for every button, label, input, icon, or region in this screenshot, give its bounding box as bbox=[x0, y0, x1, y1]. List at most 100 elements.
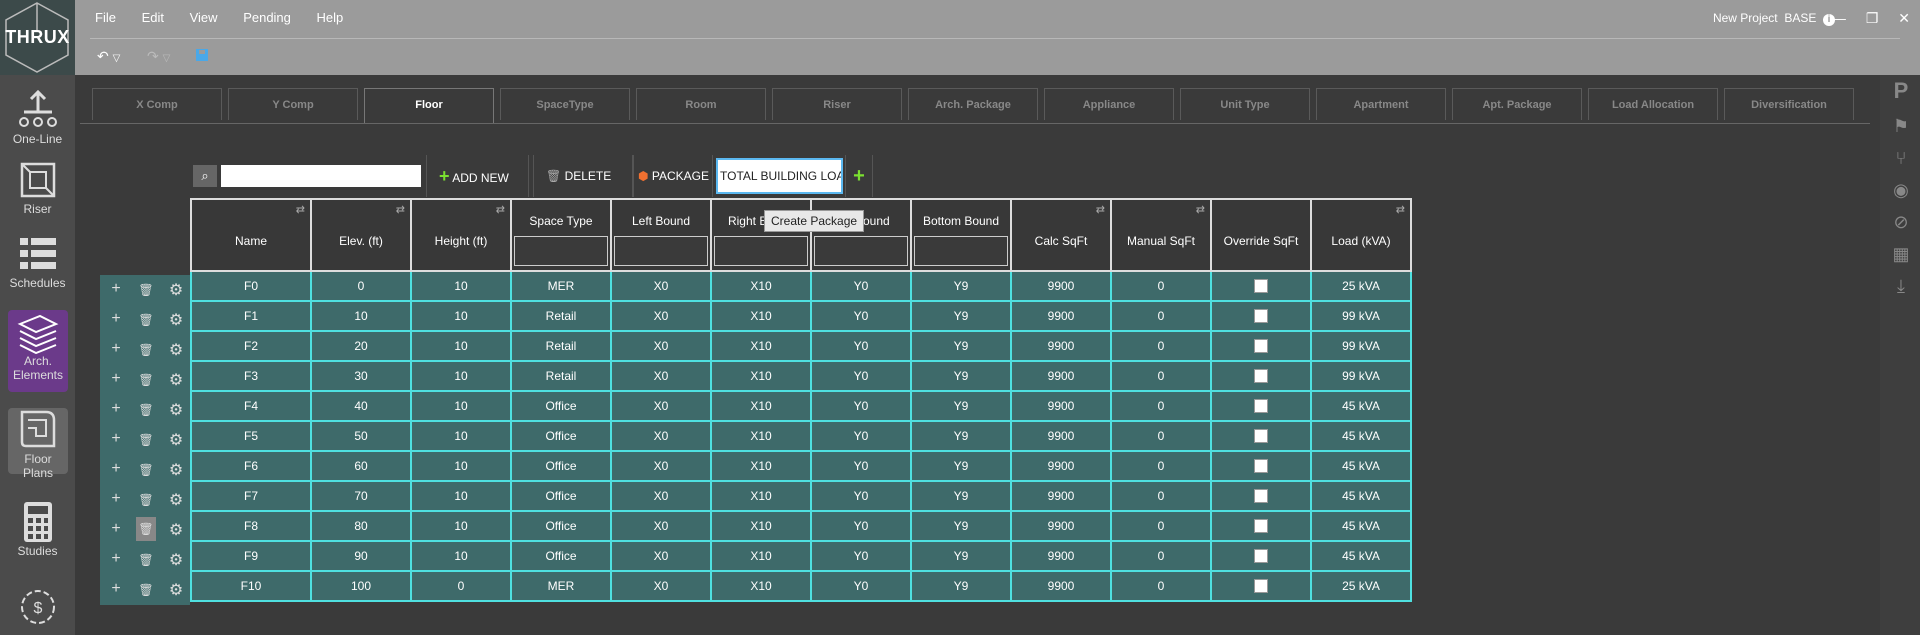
table-cell[interactable]: 9900 bbox=[1010, 360, 1112, 392]
table-cell[interactable]: Retail bbox=[510, 330, 612, 362]
table-cell[interactable]: 60 bbox=[310, 450, 412, 482]
add-row-icon[interactable]: + bbox=[106, 280, 126, 298]
tab-x-comp[interactable]: X Comp bbox=[92, 88, 222, 120]
table-cell[interactable]: X0 bbox=[610, 420, 712, 452]
table-cell[interactable]: 0 bbox=[1110, 540, 1212, 572]
override-checkbox[interactable] bbox=[1254, 309, 1268, 324]
tab-y-comp[interactable]: Y Comp bbox=[228, 88, 358, 120]
table-cell[interactable]: Office bbox=[510, 420, 612, 452]
column-header[interactable]: Space Type bbox=[510, 198, 612, 272]
table-row[interactable]: F8 80 10 Office X0 X10 Y0 Y9 9900 0 45 kVA bbox=[190, 510, 1412, 542]
table-cell[interactable]: X0 bbox=[610, 480, 712, 512]
add-row-icon[interactable]: + bbox=[106, 430, 126, 448]
override-checkbox[interactable] bbox=[1254, 339, 1268, 354]
trash-icon[interactable]: 🗑 bbox=[136, 343, 156, 357]
table-cell[interactable]: 80 bbox=[310, 510, 412, 542]
add-row-icon[interactable]: + bbox=[106, 460, 126, 478]
table-cell[interactable]: X0 bbox=[610, 330, 712, 362]
table-cell[interactable]: F4 bbox=[190, 390, 312, 422]
table-cell[interactable]: 50 bbox=[310, 420, 412, 452]
tab-appliance[interactable]: Appliance bbox=[1044, 88, 1174, 120]
table-cell[interactable]: 10 bbox=[410, 480, 512, 512]
trash-icon[interactable]: 🗑 bbox=[136, 403, 156, 417]
table-cell[interactable]: F5 bbox=[190, 420, 312, 452]
override-checkbox[interactable] bbox=[1254, 399, 1268, 414]
override-checkbox[interactable] bbox=[1254, 489, 1268, 504]
table-cell[interactable]: 0 bbox=[1110, 450, 1212, 482]
table-cell[interactable]: 45 kVA bbox=[1310, 450, 1412, 482]
table-cell[interactable]: F6 bbox=[190, 450, 312, 482]
table-cell[interactable]: 45 kVA bbox=[1310, 390, 1412, 422]
trash-icon[interactable]: 🗑 bbox=[136, 517, 156, 541]
table-cell[interactable]: 10 bbox=[410, 510, 512, 542]
close-icon[interactable]: ✕ bbox=[1898, 10, 1910, 26]
table-cell[interactable]: 9900 bbox=[1010, 540, 1112, 572]
override-checkbox[interactable] bbox=[1254, 519, 1268, 534]
create-package-button[interactable]: + bbox=[845, 155, 873, 197]
table-cell[interactable]: 45 kVA bbox=[1310, 510, 1412, 542]
table-cell[interactable]: X10 bbox=[710, 540, 812, 572]
table-cell[interactable] bbox=[1210, 540, 1312, 572]
column-header[interactable]: ⇄ Elev. (ft) bbox=[310, 198, 412, 272]
table-cell[interactable]: MER bbox=[510, 570, 612, 602]
package-name-input[interactable]: TOTAL BUILDING LOAD bbox=[716, 158, 843, 194]
column-filter-input[interactable] bbox=[614, 236, 708, 266]
column-header[interactable]: ⇄ Load (kVA) bbox=[1310, 198, 1412, 272]
column-header[interactable]: Bottom Bound bbox=[910, 198, 1012, 272]
override-checkbox[interactable] bbox=[1254, 369, 1268, 384]
table-row[interactable]: F3 30 10 Retail X0 X10 Y0 Y9 9900 0 99 kVA bbox=[190, 360, 1412, 392]
override-checkbox[interactable] bbox=[1254, 459, 1268, 474]
nav-studies[interactable]: Studies bbox=[0, 500, 75, 558]
table-cell[interactable]: 9900 bbox=[1010, 420, 1112, 452]
tab-floor[interactable]: Floor bbox=[364, 88, 494, 123]
add-row-icon[interactable]: + bbox=[106, 580, 126, 598]
trash-icon[interactable]: 🗑 bbox=[136, 313, 156, 327]
column-filter-input[interactable] bbox=[914, 236, 1008, 266]
parking-icon[interactable]: P bbox=[1890, 80, 1912, 102]
table-cell[interactable]: X0 bbox=[610, 450, 712, 482]
table-cell[interactable]: X10 bbox=[710, 330, 812, 362]
table-cell[interactable]: Y9 bbox=[910, 420, 1012, 452]
table-cell[interactable]: Y9 bbox=[910, 570, 1012, 602]
table-cell[interactable]: 10 bbox=[410, 420, 512, 452]
gear-icon[interactable]: ⚙ bbox=[166, 280, 186, 300]
search-input[interactable] bbox=[221, 165, 421, 187]
table-cell[interactable] bbox=[1210, 270, 1312, 302]
swap-icon[interactable]: ⇄ bbox=[296, 203, 305, 216]
table-cell[interactable] bbox=[1210, 420, 1312, 452]
table-row[interactable]: F0 0 10 MER X0 X10 Y0 Y9 9900 0 25 kVA bbox=[190, 270, 1412, 302]
table-cell[interactable]: X10 bbox=[710, 420, 812, 452]
gear-icon[interactable]: ⚙ bbox=[166, 550, 186, 570]
trash-icon[interactable]: 🗑 bbox=[136, 583, 156, 597]
override-checkbox[interactable] bbox=[1254, 579, 1268, 594]
tab-spacetype[interactable]: SpaceType bbox=[500, 88, 630, 120]
gear-icon[interactable]: ⚙ bbox=[166, 430, 186, 450]
table-row[interactable]: F5 50 10 Office X0 X10 Y0 Y9 9900 0 45 kVA bbox=[190, 420, 1412, 452]
trash-icon[interactable]: 🗑 bbox=[136, 433, 156, 447]
trash-icon[interactable]: 🗑 bbox=[136, 553, 156, 567]
gear-icon[interactable]: ⚙ bbox=[166, 490, 186, 510]
table-cell[interactable] bbox=[1210, 300, 1312, 332]
add-row-icon[interactable]: + bbox=[106, 400, 126, 418]
nav-schedules[interactable]: Schedules bbox=[0, 232, 75, 290]
table-cell[interactable]: X0 bbox=[610, 360, 712, 392]
table-cell[interactable] bbox=[1210, 570, 1312, 602]
table-cell[interactable] bbox=[1210, 510, 1312, 542]
table-cell[interactable]: Y0 bbox=[810, 540, 912, 572]
flag-icon[interactable]: ⚑ bbox=[1890, 115, 1912, 137]
gear-icon[interactable]: ⚙ bbox=[166, 460, 186, 480]
table-cell[interactable]: Y0 bbox=[810, 510, 912, 542]
table-cell[interactable]: X10 bbox=[710, 390, 812, 422]
gear-icon[interactable]: ⚙ bbox=[166, 310, 186, 330]
table-cell[interactable]: Y9 bbox=[910, 510, 1012, 542]
table-cell[interactable]: 10 bbox=[410, 300, 512, 332]
trash-icon[interactable]: 🗑 bbox=[136, 373, 156, 387]
table-cell[interactable]: 99 kVA bbox=[1310, 300, 1412, 332]
table-cell[interactable]: Y0 bbox=[810, 420, 912, 452]
table-cell[interactable]: 0 bbox=[1110, 420, 1212, 452]
table-cell[interactable]: X0 bbox=[610, 570, 712, 602]
add-row-icon[interactable]: + bbox=[106, 550, 126, 568]
search-icon[interactable]: ⌕ bbox=[193, 165, 217, 187]
table-cell[interactable]: Y9 bbox=[910, 390, 1012, 422]
table-cell[interactable]: Retail bbox=[510, 360, 612, 392]
